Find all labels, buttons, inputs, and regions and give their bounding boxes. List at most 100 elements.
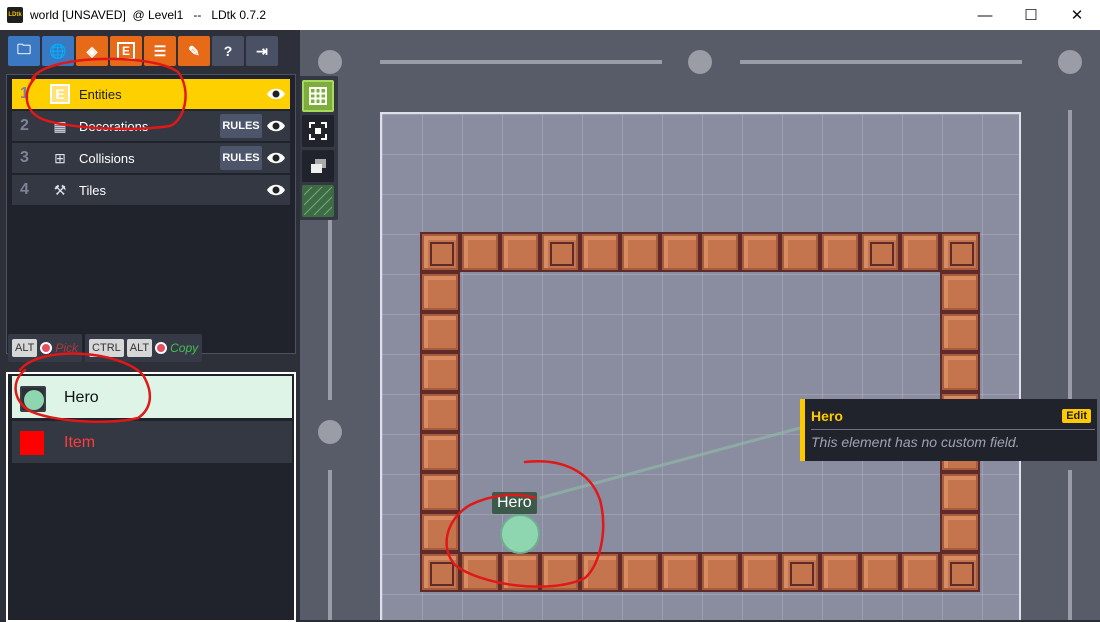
layer-item-collisions[interactable]: 3 ⊞ Collisions RULES [12,143,290,173]
wall-tile [420,232,460,272]
wall-tile [940,472,980,512]
alt-key: ALT [126,339,153,357]
popup-message: This element has no custom field. [811,434,1020,450]
world-grid-line [1068,110,1072,400]
help-button[interactable]: ? [212,36,244,66]
wall-tile [860,552,900,592]
wall-tile [420,272,460,312]
layer-stack-icon [311,159,326,173]
layer-type-icon: ⚒ [53,182,67,198]
focus-button[interactable] [302,115,334,147]
popup-title: Hero [811,408,843,424]
help-icon: ? [223,43,233,59]
close-button[interactable]: ✕ [1054,0,1100,30]
layer-item-tiles[interactable]: 4 ⚒ Tiles [12,175,290,205]
window-titlebar: LDtk world [UNSAVED] @ Level1 -- LDtk 0.… [0,0,1100,30]
world-grid-line [740,60,1022,64]
wall-tile [620,552,660,592]
wall-tile [820,552,860,592]
tilesets-icon: ✎ [188,42,200,59]
layer-item-entities[interactable]: 1 E Entities [12,79,290,109]
tilesets-button[interactable]: ✎ [178,36,210,66]
entity-name: Hero [64,389,99,406]
layer-name: Entities [79,87,122,102]
world-grid-line [1068,470,1072,620]
wall-tile [860,232,900,272]
wall-tile [660,232,700,272]
world-grid-dot [1058,50,1082,74]
wall-tile [940,512,980,552]
wall-tile [420,312,460,352]
level-bounds[interactable] [380,112,1021,620]
world-icon: 🌐 [49,42,67,59]
layer-stack-button[interactable] [302,150,334,182]
world-grid-line [380,60,662,64]
level-canvas[interactable]: Hero Hero Edit This element has no custo… [300,30,1100,620]
eye-icon[interactable] [266,151,286,165]
wall-tile [660,552,700,592]
background-toggle-button[interactable] [302,185,334,217]
wall-tile [420,512,460,552]
pick-label: Pick [55,341,79,355]
item-swatch-icon [20,431,44,455]
enums-button[interactable]: ☰ [144,36,176,66]
wall-tile [940,352,980,392]
window-title: world [UNSAVED] @ Level1 -- LDtk 0.7.2 [30,8,267,22]
layers-button[interactable]: ◈ [76,36,108,66]
hero-entity[interactable] [500,514,540,554]
eye-icon[interactable] [266,87,286,101]
wall-tile [500,232,540,272]
grid-toggle-button[interactable] [302,80,334,112]
popup-divider [811,429,1095,430]
eye-icon[interactable] [266,119,286,133]
alt-key: ALT [12,339,38,357]
entity-info-popup: Hero Edit This element has no custom fie… [800,399,1097,461]
exit-button[interactable]: ⇥ [246,36,278,66]
layer-type-icon: E [50,84,70,104]
popup-edit-button[interactable]: Edit [1062,409,1091,423]
wall-tile [580,232,620,272]
world-grid-dot [318,50,342,74]
ctrl-key: CTRL [89,339,124,357]
app-logo-icon: LDtk [7,7,23,23]
wall-tile [900,552,940,592]
wall-tile [540,232,580,272]
minimize-button[interactable]: — [962,0,1008,30]
wall-tile [460,552,500,592]
layer-type-icon: ⊞ [54,150,66,166]
layer-item-decorations[interactable]: 2 ▦ Decorations RULES [12,111,290,141]
wall-tile [780,552,820,592]
entity-name: Item [64,434,96,451]
main-toolbar: 🗀 🌐 ◈ E ☰ ✎? ⇥ [8,36,278,66]
rules-button[interactable]: RULES [220,114,262,138]
maximize-button[interactable]: ☐ [1008,0,1054,30]
copy-label: Copy [170,341,199,355]
world-button[interactable]: 🌐 [42,36,74,66]
entity-palette: Hero Item [6,372,296,622]
layer-number: 3 [20,149,29,166]
wall-tile [900,232,940,272]
wall-tile [620,232,660,272]
layer-number: 1 [20,85,29,102]
wall-tile [540,552,580,592]
exit-icon: ⇥ [256,42,268,59]
wall-tile [940,552,980,592]
hero-swatch-icon [20,386,46,412]
world-grid-dot [688,50,712,74]
pick-shortcut: ALT Pick [8,334,83,362]
project-settings-button[interactable]: 🗀 [8,36,40,66]
world-grid-dot [318,420,342,444]
entities-button[interactable]: E [110,36,142,66]
rules-button[interactable]: RULES [220,146,262,170]
entity-item-item[interactable]: Item [12,421,292,463]
background-pattern-icon [304,187,332,215]
wall-tile [740,232,780,272]
eye-icon[interactable] [266,183,286,197]
wall-tile [580,552,620,592]
wall-tile [780,232,820,272]
project-settings-icon: 🗀 [17,41,31,57]
left-panel: 🗀 🌐 ◈ E ☰ ✎? ⇥ 1 E Entities 2 ▦ Decorations RULES 3 ⊞ C… [0,30,300,622]
editing-tools [300,76,338,220]
entity-item-hero[interactable]: Hero [12,376,292,418]
wall-tile [940,232,980,272]
